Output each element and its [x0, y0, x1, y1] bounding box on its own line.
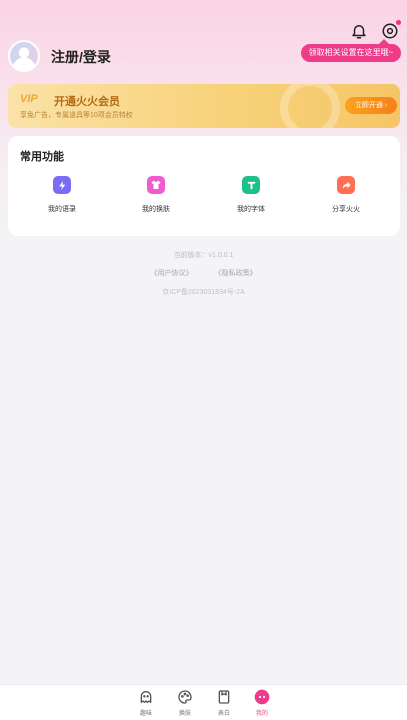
- function-label: 我的换肤: [142, 206, 170, 213]
- function-share[interactable]: 分享火火: [306, 176, 386, 224]
- tab-confess[interactable]: 表白: [206, 689, 242, 720]
- tab-fun[interactable]: 趣味: [128, 689, 164, 720]
- section-title: 常用功能: [20, 151, 64, 163]
- text-icon: [242, 176, 260, 194]
- vip-banner[interactable]: VIP 开通火火会员 享免广告，专属道具等10项会员特权 立即开通 ›: [8, 84, 400, 128]
- vip-decoration: [280, 84, 340, 128]
- palette-icon: [178, 690, 192, 704]
- tshirt-icon: [147, 176, 165, 194]
- tab-label: 表白: [217, 711, 230, 717]
- tab-label: 我的: [255, 711, 268, 717]
- function-my-quotes[interactable]: 我的语录: [22, 176, 102, 224]
- settings-tooltip[interactable]: 领取相关设置在这里哦~: [301, 39, 401, 62]
- tab-label: 换肤: [178, 711, 191, 717]
- lightning-icon: [53, 176, 71, 194]
- notification-dot: [396, 20, 401, 25]
- function-my-fonts[interactable]: 我的字体: [211, 176, 291, 224]
- login-register-link[interactable]: 注册/登录: [51, 47, 111, 67]
- vip-subtitle: 享免广告，专属道具等10项会员特权: [20, 112, 133, 119]
- bell-icon[interactable]: [350, 22, 368, 40]
- share-icon: [337, 176, 355, 194]
- function-my-skins[interactable]: 我的换肤: [116, 176, 196, 224]
- vip-title: 开通火火会员: [54, 96, 120, 108]
- vip-badge: VIP: [20, 93, 38, 105]
- function-label: 我的语录: [48, 206, 76, 213]
- icp-number: 京ICP备2023031834号-2A: [162, 289, 245, 296]
- version-info: 当前版本：v1.0.0.1: [173, 252, 234, 259]
- card-icon: [218, 690, 230, 704]
- common-functions-card: 常用功能 我的语录 我的换肤 我的字体 分享火火: [8, 136, 400, 236]
- legal-links: 《用户协议》 《隐私政策》: [0, 268, 407, 278]
- ghost-icon: [140, 691, 152, 703]
- tab-skin[interactable]: 换肤: [167, 689, 203, 720]
- bottom-tab-bar: 趣味 换肤 表白 我的: [0, 684, 407, 720]
- function-label: 我的字体: [237, 206, 265, 213]
- privacy-policy-link[interactable]: 《隐私政策》: [214, 270, 256, 277]
- vip-open-button[interactable]: 立即开通 ›: [345, 97, 397, 114]
- function-label: 分享火火: [332, 206, 360, 213]
- avatar[interactable]: [8, 40, 40, 72]
- tab-label: 趣味: [139, 711, 152, 717]
- tab-mine[interactable]: 我的: [244, 689, 280, 720]
- user-agreement-link[interactable]: 《用户协议》: [151, 270, 193, 277]
- profile-icon: [254, 689, 270, 705]
